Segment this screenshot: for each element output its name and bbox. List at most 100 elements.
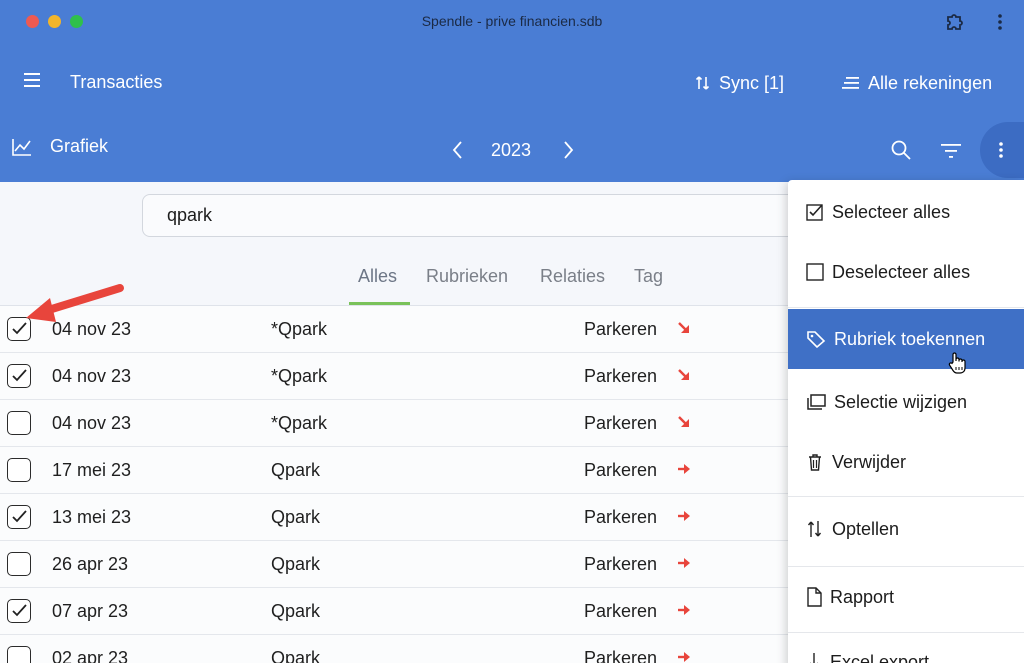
menu-item-label: Rubriek toekennen	[834, 328, 986, 349]
transaction-relation: Qpark	[271, 601, 321, 621]
transaction-date: 17 mei 23	[52, 460, 132, 480]
row-checkbox[interactable]	[7, 552, 31, 576]
accounts-label: Alle rekeningen	[868, 72, 993, 93]
layers-icon	[807, 394, 826, 410]
transaction-category: Parkeren	[584, 366, 658, 386]
transaction-category: Parkeren	[584, 319, 658, 339]
chart-label: Grafiek	[50, 136, 109, 156]
transaction-category: Parkeren	[584, 507, 658, 527]
arrow-down-right-icon	[678, 416, 689, 427]
transaction-category: Parkeren	[584, 554, 658, 574]
transaction-category: Parkeren	[584, 648, 658, 663]
hamburger-menu-icon[interactable]	[22, 72, 42, 88]
page-title: Transacties	[70, 72, 163, 92]
search-input[interactable]: qpark	[142, 194, 822, 237]
sync-arrows-icon	[695, 76, 710, 90]
transaction-date: 04 nov 23	[52, 366, 132, 386]
download-icon	[810, 653, 818, 663]
more-options-button[interactable]	[980, 122, 1024, 178]
menu-item-deselect-all[interactable]: Deselecteer alles	[788, 242, 1024, 302]
transaction-date: 04 nov 23	[52, 413, 132, 433]
menu-item-label: Selectie wijzigen	[834, 391, 968, 412]
chart-line-icon	[12, 138, 31, 156]
arrow-right-icon	[678, 511, 690, 521]
transaction-relation: *Qpark	[271, 319, 328, 339]
tab-alles[interactable]: Alles	[358, 266, 397, 287]
window-title: Spendle - prive financien.sdb	[421, 13, 603, 29]
list-icon	[842, 77, 859, 89]
actions-menu: Selecteer alles Deselecteer alles Rubrie…	[788, 180, 1024, 663]
year-label: 2023	[490, 140, 532, 160]
filter-icon[interactable]	[939, 139, 963, 163]
menu-item-sum[interactable]: Optellen	[788, 499, 1024, 559]
window-titlebar: Spendle - prive financien.sdb	[0, 0, 1024, 44]
arrow-right-icon	[678, 558, 690, 568]
app-bar: Transacties Sync [1] Alle rekeningen	[0, 44, 1024, 120]
transaction-date: 07 apr 23	[52, 601, 129, 621]
toolbar: Grafiek 2023	[0, 120, 1024, 182]
row-checkbox[interactable]	[7, 411, 31, 435]
tag-icon	[807, 331, 826, 348]
checkbox-empty-icon	[806, 263, 824, 281]
menu-divider	[788, 307, 1024, 308]
menu-item-select-all[interactable]: Selecteer alles	[788, 182, 1024, 242]
arrow-down-right-icon	[678, 322, 689, 333]
arrow-right-icon	[678, 464, 690, 474]
next-year-icon[interactable]	[558, 138, 578, 162]
active-tab-indicator	[349, 302, 410, 305]
row-checkbox[interactable]	[7, 458, 31, 482]
menu-item-report[interactable]: Rapport	[788, 567, 1024, 627]
checkbox-checked-icon	[806, 204, 823, 221]
transaction-date: 26 apr 23	[52, 554, 129, 574]
more-vertical-icon	[999, 142, 1003, 158]
menu-item-label: Deselecteer alles	[832, 261, 971, 282]
row-checkbox-checked[interactable]	[7, 364, 31, 388]
chart-button[interactable]: Grafiek	[12, 136, 108, 157]
menu-item-excel-export[interactable]: Excel export	[788, 632, 1024, 663]
menu-divider	[788, 496, 1024, 497]
accounts-button[interactable]: Alle rekeningen	[842, 71, 992, 95]
document-icon	[807, 587, 822, 607]
menu-item-edit-selection[interactable]: Selectie wijzigen	[788, 372, 1024, 432]
trash-icon	[809, 454, 821, 471]
search-icon[interactable]	[889, 138, 913, 162]
tab-tag[interactable]: Tag	[634, 266, 663, 287]
window-more-icon[interactable]	[990, 10, 1010, 34]
transaction-relation: Qpark	[271, 648, 321, 663]
row-checkbox-checked[interactable]	[7, 599, 31, 623]
transaction-relation: *Qpark	[271, 413, 328, 433]
sort-arrows-icon	[807, 521, 822, 537]
transaction-relation: Qpark	[271, 507, 321, 527]
transaction-date: 13 mei 23	[52, 507, 132, 527]
check-icon	[12, 604, 27, 617]
hand-cursor-icon	[948, 352, 966, 374]
arrow-down-right-icon	[678, 369, 689, 380]
row-checkbox-checked[interactable]	[7, 505, 31, 529]
transaction-relation: *Qpark	[271, 366, 328, 386]
sync-button[interactable]: Sync [1]	[695, 71, 784, 95]
annotation-arrow-icon	[26, 284, 124, 322]
check-icon	[12, 369, 27, 382]
transaction-date: 02 apr 23	[52, 648, 129, 663]
transaction-category: Parkeren	[584, 601, 658, 621]
tab-rubrieken[interactable]: Rubrieken	[426, 266, 508, 287]
menu-item-delete[interactable]: Verwijder	[788, 432, 1024, 492]
row-checkbox[interactable]	[7, 646, 31, 663]
tab-relaties[interactable]: Relaties	[540, 266, 605, 287]
menu-item-label: Excel export	[830, 651, 930, 663]
previous-year-icon[interactable]	[448, 138, 468, 162]
menu-item-assign-category[interactable]: Rubriek toekennen	[788, 309, 1024, 369]
sync-label: Sync [1]	[719, 72, 785, 93]
transaction-category: Parkeren	[584, 413, 658, 433]
transaction-relation: Qpark	[271, 554, 321, 574]
arrow-right-icon	[678, 605, 690, 615]
check-icon	[12, 510, 27, 523]
menu-item-label: Selecteer alles	[832, 201, 951, 222]
transaction-relation: Qpark	[271, 460, 321, 480]
arrow-right-icon	[678, 652, 690, 662]
menu-item-label: Verwijder	[832, 451, 907, 472]
extension-icon[interactable]	[943, 10, 967, 34]
menu-item-label: Optellen	[832, 518, 900, 539]
transaction-category: Parkeren	[584, 460, 658, 480]
menu-item-label: Rapport	[830, 586, 895, 607]
